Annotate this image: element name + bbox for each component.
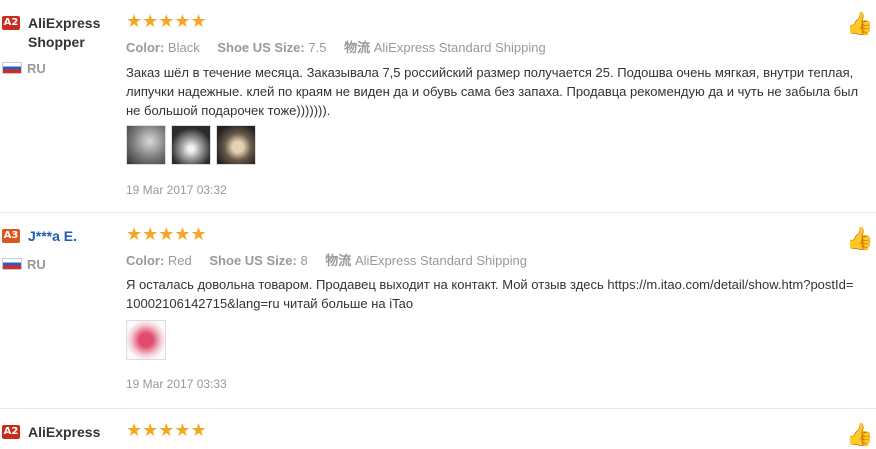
- review-photos: [126, 125, 261, 165]
- user-level-badge: A2: [2, 16, 20, 30]
- review-photo[interactable]: [171, 125, 211, 165]
- review-photo[interactable]: [126, 125, 166, 165]
- color-value: Red: [167, 253, 192, 268]
- reviewer-country: RU: [2, 257, 46, 272]
- review-photo[interactable]: [216, 125, 256, 165]
- review-date: 19 Mar 2017 03:33: [126, 377, 227, 391]
- reviewer-name[interactable]: J***a E.: [28, 227, 123, 246]
- size-label: Shoe US Size:: [209, 253, 297, 268]
- review-item: A3 J***a E. RU ★★★★★ 👍 Color: Red Shoe U…: [0, 213, 876, 409]
- review-text: Заказ шёл в течение месяца. Заказывала 7…: [126, 65, 859, 118]
- reviewer-name: AliExpress: [28, 424, 101, 440]
- shipping-label: 物流: [325, 253, 352, 268]
- order-info: Color: Red Shoe US Size: 8 物流 AliExpress…: [126, 250, 527, 269]
- shipping-value: AliExpress Standard Shipping: [354, 253, 527, 268]
- thumbs-up-icon[interactable]: 👍: [846, 227, 873, 251]
- thumbs-up-icon[interactable]: 👍: [846, 423, 873, 447]
- country-code: RU: [27, 257, 46, 272]
- thumbs-up-icon[interactable]: 👍: [846, 12, 873, 36]
- reviewer-name: AliExpress Shopper: [28, 15, 101, 50]
- review-item: A2 AliExpress Shopper RU ★★★★★ 👍 Color: …: [0, 0, 876, 213]
- size-value: 8: [300, 253, 308, 268]
- star-rating: ★★★★★: [126, 420, 207, 440]
- color-label: Color:: [126, 40, 165, 55]
- user-level-badge: A2: [2, 425, 20, 439]
- star-rating: ★★★★★: [126, 224, 207, 244]
- review-date: 19 Mar 2017 03:32: [126, 183, 227, 197]
- size-value: 7.5: [308, 40, 327, 55]
- shipping-label: 物流: [344, 40, 371, 55]
- review-photo[interactable]: [126, 320, 166, 360]
- order-info: Color: Black Shoe US Size: 7.5 物流 AliExp…: [126, 37, 546, 56]
- russia-flag-icon: [2, 62, 22, 74]
- star-rating: ★★★★★: [126, 11, 207, 31]
- user-level-badge: A3: [2, 229, 20, 243]
- review-photos: [126, 320, 171, 360]
- color-label: Color:: [126, 253, 165, 268]
- country-code: RU: [27, 61, 46, 76]
- reviewer-country: RU: [2, 61, 46, 76]
- shipping-value: AliExpress Standard Shipping: [373, 40, 546, 55]
- russia-flag-icon: [2, 258, 22, 270]
- size-label: Shoe US Size:: [217, 40, 305, 55]
- review-text: Я осталась довольна товаром. Продавец вы…: [126, 277, 854, 311]
- review-item: A2 AliExpress ★★★★★ 👍: [0, 409, 876, 449]
- color-value: Black: [167, 40, 200, 55]
